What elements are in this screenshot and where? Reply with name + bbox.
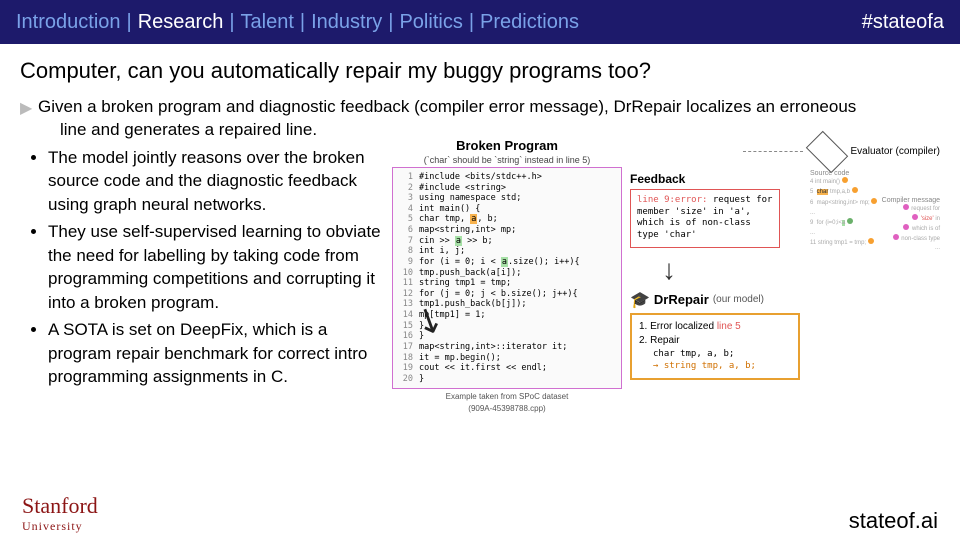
nav-talent[interactable]: Talent	[241, 11, 294, 34]
nav-sep: |	[300, 11, 305, 34]
top-nav-bar: Introduction | Research | Talent | Indus…	[0, 0, 960, 44]
result-step-1: 1. Error localized	[639, 321, 717, 332]
nav-sep: |	[229, 11, 234, 34]
nav-predictions[interactable]: Predictions	[480, 11, 579, 34]
model-name: DrRepair	[654, 292, 709, 307]
result-step-2: 2. Repair	[639, 334, 791, 348]
feedback-title: Feedback	[630, 172, 800, 186]
diamond-icon	[805, 131, 847, 173]
grad-cap-icon: 🎓	[630, 290, 650, 310]
nav-research[interactable]: Research	[138, 11, 224, 34]
graph-diagram: Source code 4 int main() 5 char tmp,a,b …	[810, 170, 940, 380]
bullet-item: A SOTA is set on DeepFix, which is a pro…	[48, 318, 382, 388]
error-text: which is of non-class	[637, 218, 751, 228]
result-new-code: → string tmp, a, b;	[653, 360, 791, 373]
footer: Stanford University stateof.ai	[0, 493, 960, 534]
figure: Broken Program (`char` should be `string…	[392, 138, 940, 414]
bullet-item: The model jointly reasons over the broke…	[48, 146, 382, 216]
stateof-link[interactable]: stateof.ai	[849, 508, 938, 534]
code-box: 1#include <bits/stdc++.h>2#include <stri…	[392, 167, 622, 390]
nav-sep: |	[127, 11, 132, 34]
bullet-item: They use self-supervised learning to obv…	[48, 220, 382, 314]
arrow-down-icon: ↓	[662, 254, 800, 286]
error-text: request for	[707, 195, 772, 205]
nav-politics[interactable]: Politics	[399, 11, 462, 34]
nav-tabs: Introduction | Research | Talent | Indus…	[16, 11, 579, 34]
result-location: line 5	[717, 321, 741, 332]
our-model-label: (our model)	[713, 294, 764, 305]
stanford-logo: Stanford University	[22, 493, 98, 534]
nav-introduction[interactable]: Introduction	[16, 11, 121, 34]
error-header: line 9:error:	[637, 195, 707, 205]
hashtag: #stateofa	[862, 11, 944, 34]
stanford-text: Stanford	[22, 493, 98, 519]
result-old-code: char tmp, a, b;	[653, 348, 791, 361]
intro-line-1: Given a broken program and diagnostic fe…	[38, 96, 940, 119]
result-box: 1. Error localized line 5 2. Repair char…	[630, 313, 800, 380]
slide-content: Computer, can you automatically repair m…	[0, 44, 960, 413]
bullet-list: The model jointly reasons over the broke…	[20, 146, 382, 414]
bullet-arrow-icon: ▶	[20, 98, 32, 118]
example-note-1: Example taken from SPoC dataset	[392, 392, 622, 401]
nav-sep: |	[469, 11, 474, 34]
feedback-box: line 9:error: request for member 'size' …	[630, 189, 780, 248]
example-note-2: (909A-45398788.cpp)	[392, 404, 622, 413]
error-text: type 'char'	[637, 230, 697, 240]
code-hint: (`char` should be `string` instead in li…	[392, 155, 622, 165]
university-text: University	[22, 519, 98, 534]
nav-industry[interactable]: Industry	[311, 11, 382, 34]
evaluator-label: Evaluator (compiler)	[851, 146, 940, 157]
source-code-label: Source code	[810, 170, 940, 177]
error-text: member 'size' in 'a',	[637, 207, 751, 217]
nav-sep: |	[388, 11, 393, 34]
dashed-arrow-icon	[743, 151, 803, 152]
slide-title: Computer, can you automatically repair m…	[20, 58, 940, 84]
